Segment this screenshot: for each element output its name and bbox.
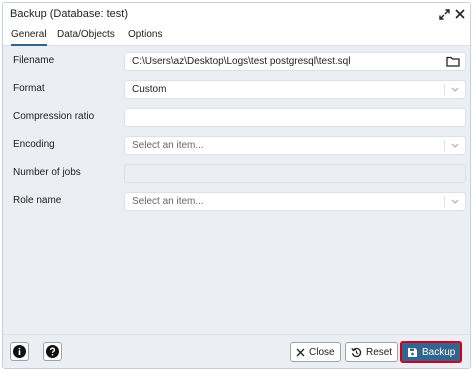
role-placeholder: Select an item... xyxy=(132,196,204,207)
chevron-down-icon[interactable] xyxy=(450,196,460,207)
encoding-select[interactable]: Select an item... xyxy=(124,136,466,155)
info-icon xyxy=(13,345,26,358)
reset-button[interactable]: Reset xyxy=(345,342,399,362)
backup-button-label: Backup xyxy=(422,346,456,358)
backup-dialog: Backup (Database: test) General Data/Obj… xyxy=(2,2,471,369)
select-divider xyxy=(444,140,445,151)
info-button[interactable] xyxy=(10,342,29,361)
tab-bar: General Data/Objects Options xyxy=(3,26,470,46)
filename-input[interactable]: C:\Users\az\Desktop\Logs\test postgresql… xyxy=(124,52,466,71)
tab-general[interactable]: General xyxy=(11,29,47,46)
role-select[interactable]: Select an item... xyxy=(124,192,466,211)
format-select[interactable]: Custom xyxy=(124,80,466,99)
save-icon xyxy=(407,347,418,358)
dialog-footer: Close Reset Backup xyxy=(3,334,470,368)
encoding-label: Encoding xyxy=(13,139,55,150)
folder-icon[interactable] xyxy=(446,56,460,67)
tab-options[interactable]: Options xyxy=(128,29,162,43)
title-bar: Backup (Database: test) xyxy=(3,3,470,27)
filename-value: C:\Users\az\Desktop\Logs\test postgresql… xyxy=(132,56,351,67)
expand-icon[interactable] xyxy=(437,6,451,22)
jobs-label: Number of jobs xyxy=(13,167,81,178)
help-button[interactable] xyxy=(43,342,62,361)
encoding-placeholder: Select an item... xyxy=(132,140,204,151)
chevron-down-icon[interactable] xyxy=(450,84,460,95)
x-icon xyxy=(296,348,305,357)
select-divider xyxy=(444,196,445,207)
dialog-title: Backup (Database: test) xyxy=(10,8,129,20)
tab-data-objects[interactable]: Data/Objects xyxy=(57,29,115,43)
reset-button-label: Reset xyxy=(366,346,393,358)
role-label: Role name xyxy=(13,195,62,206)
help-icon xyxy=(46,345,59,358)
backup-button[interactable]: Backup xyxy=(400,341,463,363)
number-of-jobs-input[interactable] xyxy=(124,164,466,183)
filename-label: Filename xyxy=(13,55,55,66)
chevron-down-icon[interactable] xyxy=(450,140,460,151)
compression-label: Compression ratio xyxy=(13,111,95,122)
close-button-label: Close xyxy=(309,346,335,358)
format-value: Custom xyxy=(132,84,167,95)
format-label: Format xyxy=(13,83,45,94)
select-divider xyxy=(444,84,445,95)
compression-ratio-input[interactable] xyxy=(124,108,466,127)
close-icon[interactable] xyxy=(453,6,467,22)
close-button[interactable]: Close xyxy=(290,342,341,362)
reset-icon xyxy=(351,347,362,358)
